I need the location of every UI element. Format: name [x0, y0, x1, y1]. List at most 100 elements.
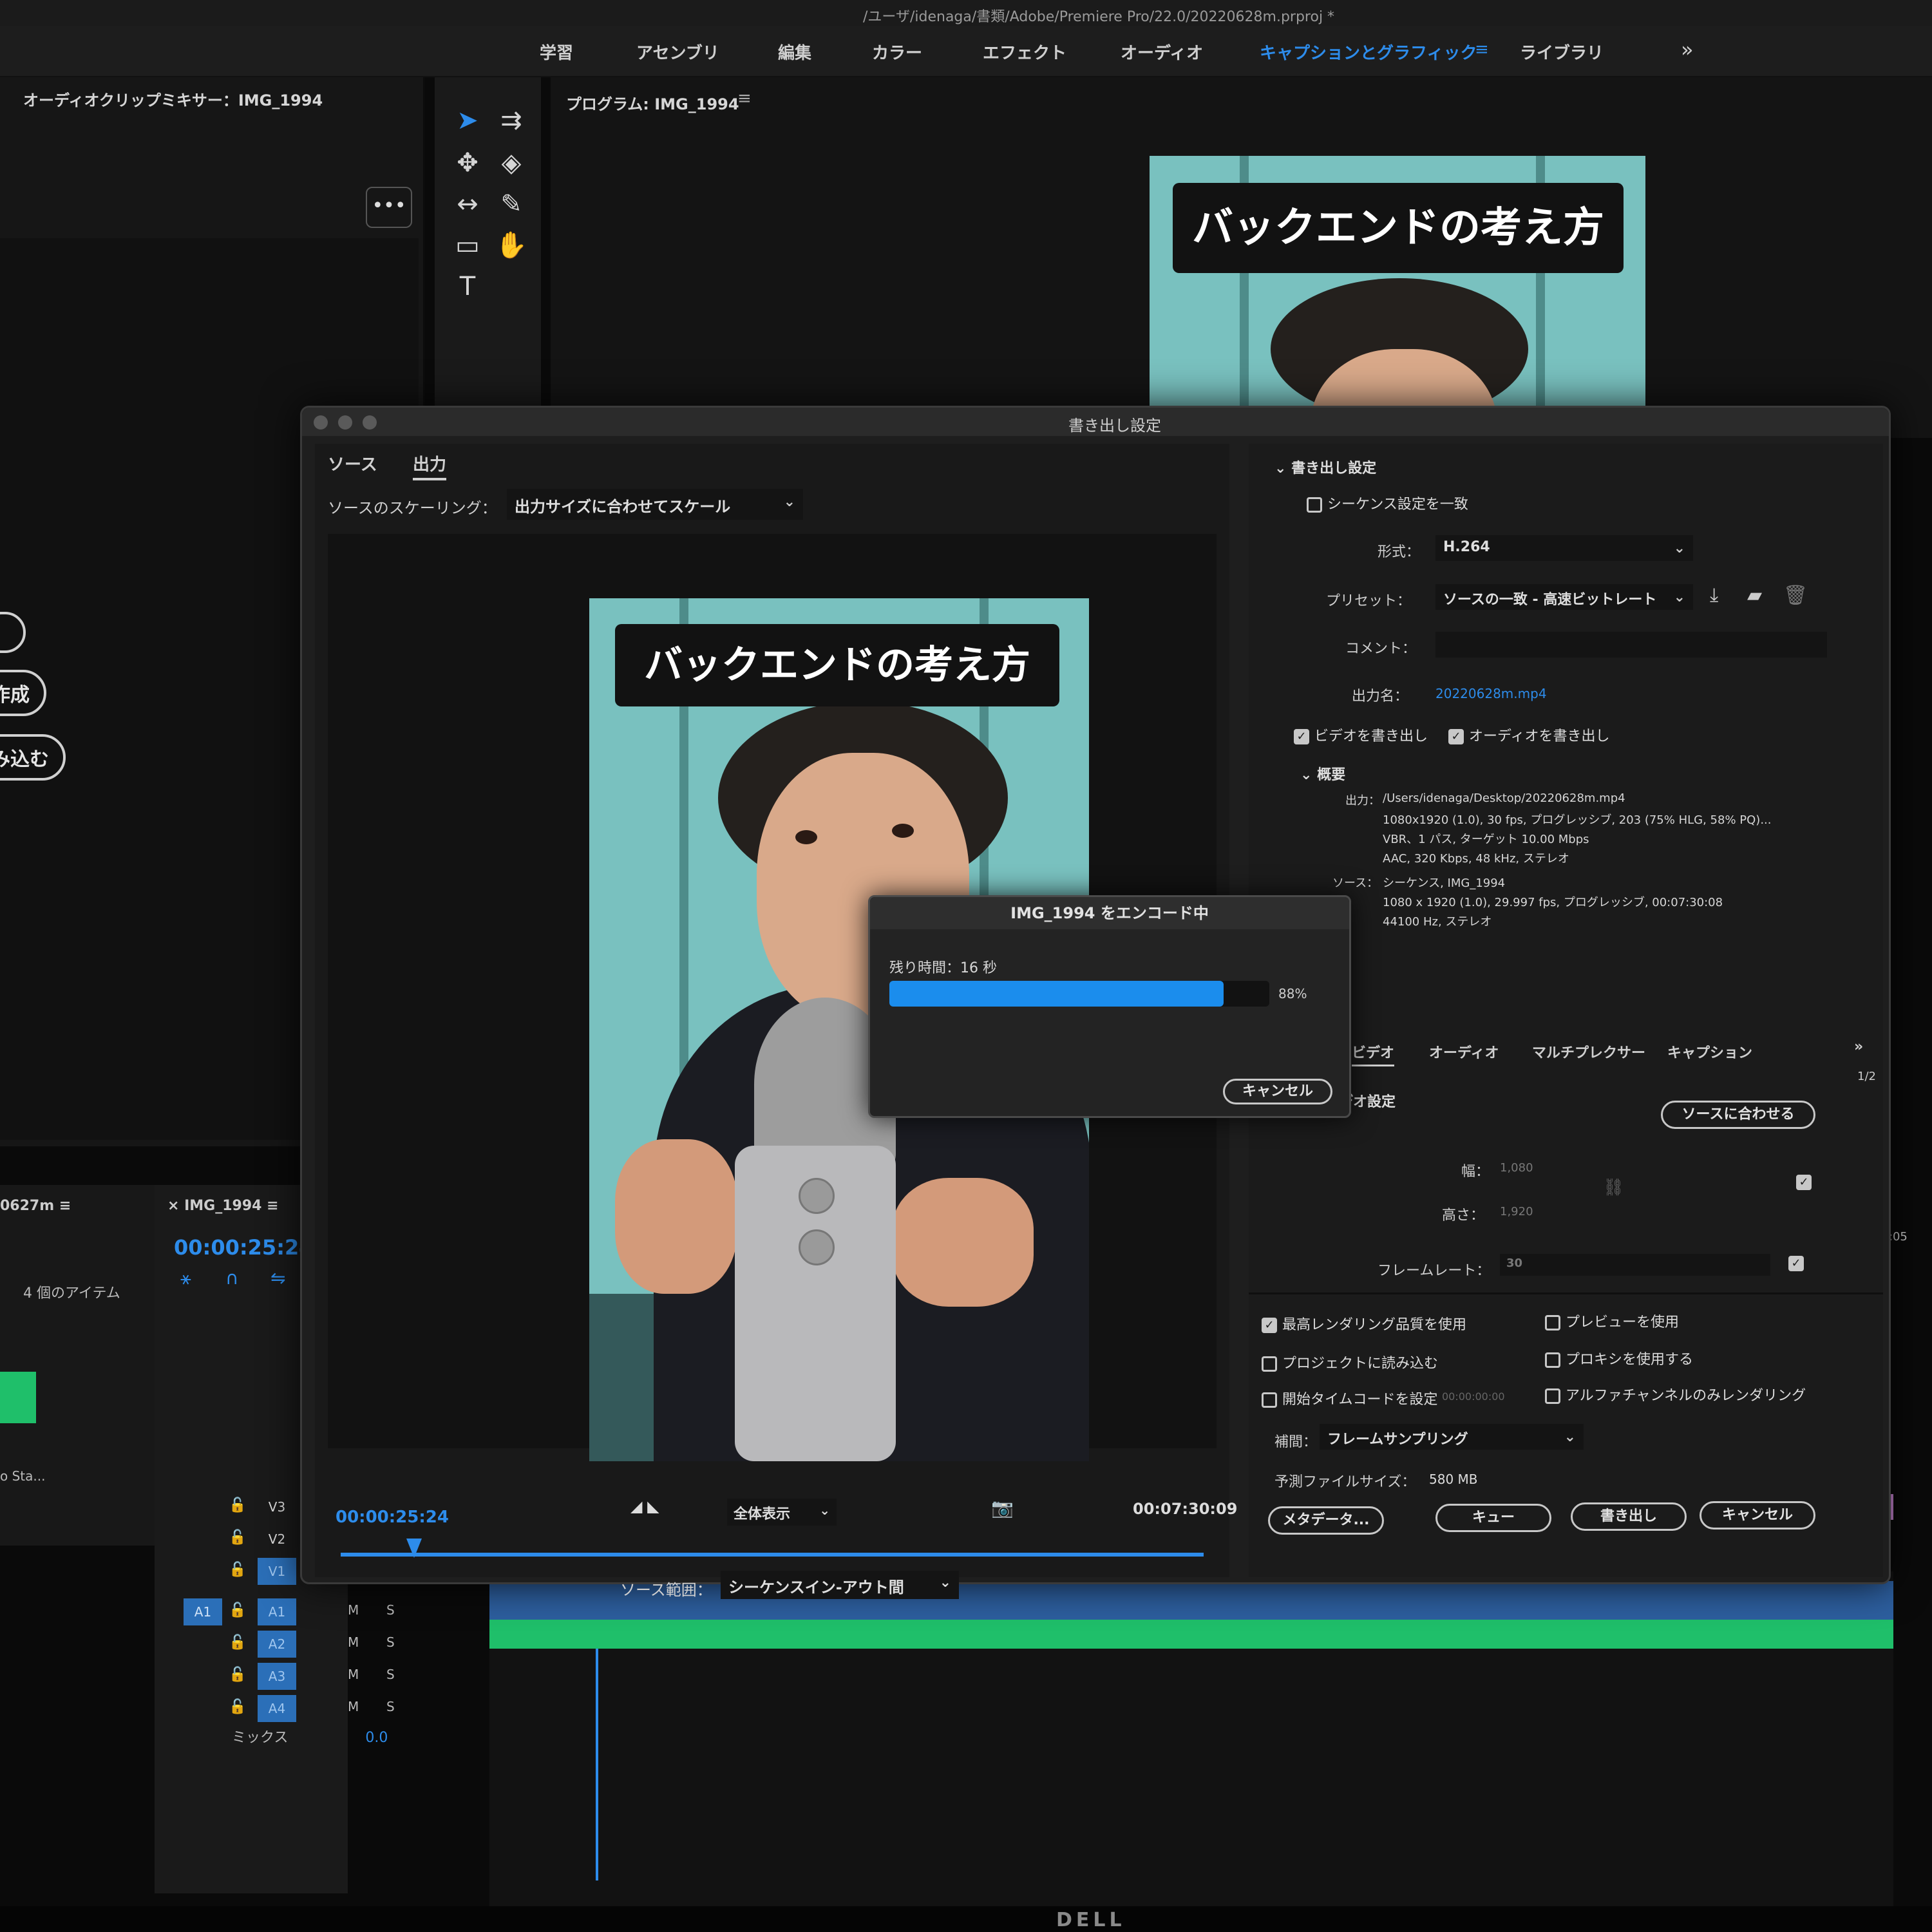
mute-button[interactable]: M: [348, 1602, 359, 1618]
preset-select[interactable]: ソースの一致 - 高速ビットレート ⌄: [1435, 584, 1693, 610]
export-audio-checkbox[interactable]: ✓ オーディオを書き出し: [1448, 724, 1609, 745]
tab-video-settings[interactable]: ビデオ: [1352, 1041, 1395, 1066]
width-value[interactable]: 1,080: [1500, 1161, 1533, 1175]
slip-tool-icon[interactable]: ↔: [449, 185, 486, 223]
export-settings-heading[interactable]: ⌄ 書き出し設定: [1274, 457, 1376, 477]
minimize-window-icon[interactable]: [338, 415, 352, 430]
export-video-checkbox[interactable]: ✓ ビデオを書き出し: [1294, 724, 1428, 745]
project-tab[interactable]: 0627m ≡: [0, 1198, 71, 1214]
link-dimensions-icon[interactable]: ⛓: [1603, 1178, 1624, 1197]
start-timecode-value[interactable]: 00:00:00:00: [1442, 1390, 1505, 1403]
track-name[interactable]: V1: [258, 1558, 296, 1585]
tabs-overflow-icon[interactable]: »: [1854, 1039, 1863, 1055]
add-marker-icon[interactable]: ⇋: [270, 1267, 285, 1289]
linked-selection-icon[interactable]: ∩: [225, 1267, 239, 1289]
set-start-timecode-checkbox[interactable]: 開始タイムコードを設定: [1262, 1388, 1438, 1408]
cancel-button[interactable]: キャンセル: [1700, 1501, 1815, 1530]
track-name[interactable]: V3: [258, 1493, 296, 1520]
workspace-tab-color[interactable]: カラー: [872, 40, 922, 64]
track-lock-icon[interactable]: 🔓: [229, 1667, 246, 1683]
tab-output[interactable]: 出力: [413, 451, 447, 480]
interpolation-select[interactable]: フレームサンプリング ⌄: [1320, 1424, 1584, 1450]
tab-source[interactable]: ソース: [328, 451, 377, 475]
tab-audio-settings[interactable]: オーディオ: [1429, 1041, 1499, 1062]
type-tool-icon[interactable]: T: [449, 268, 486, 305]
tab-multiplexer-settings[interactable]: マルチプレクサー: [1532, 1041, 1645, 1062]
track-lock-icon[interactable]: 🔓: [229, 1562, 246, 1578]
tab-caption-settings[interactable]: キャプション: [1667, 1041, 1752, 1062]
track-name[interactable]: V2: [258, 1526, 296, 1553]
track-select-tool-icon[interactable]: ⇉: [493, 102, 530, 139]
zoom-fit-select[interactable]: 全体表示 ⌄: [727, 1499, 837, 1526]
mute-button[interactable]: M: [348, 1699, 359, 1714]
hand-tool-icon[interactable]: ✋: [493, 227, 530, 264]
queue-button[interactable]: キュー: [1435, 1504, 1551, 1532]
output-name-link[interactable]: 20220628m.mp4: [1435, 686, 1547, 701]
workspace-tab-effects[interactable]: エフェクト: [983, 40, 1066, 64]
mixer-more-button[interactable]: •••: [366, 187, 412, 228]
framerate-select[interactable]: 30: [1500, 1254, 1770, 1276]
rectangle-tool-icon[interactable]: ▭: [449, 227, 486, 264]
track-name[interactable]: A2: [258, 1631, 296, 1658]
import-button[interactable]: み込む: [0, 734, 66, 781]
comment-field[interactable]: [1435, 632, 1827, 658]
source-range-select[interactable]: シーケンスイン-アウト間 ⌄: [721, 1571, 959, 1599]
track-lock-icon[interactable]: 🔓: [229, 1634, 246, 1651]
save-preset-icon[interactable]: ⤓: [1710, 584, 1718, 607]
create-button[interactable]: 作成: [0, 670, 46, 716]
max-render-quality-checkbox[interactable]: ✓ 最高レンダリング品質を使用: [1262, 1313, 1466, 1334]
zoom-window-icon[interactable]: [363, 415, 377, 430]
height-value[interactable]: 1,920: [1500, 1205, 1533, 1218]
match-source-button[interactable]: ソースに合わせる: [1661, 1101, 1815, 1129]
override-dimensions-checkbox[interactable]: ✓: [1796, 1174, 1817, 1190]
ripple-edit-tool-icon[interactable]: ✥: [449, 144, 486, 182]
timeline-playhead[interactable]: [596, 1649, 598, 1880]
summary-heading[interactable]: ⌄ 概要: [1300, 763, 1345, 784]
track-lock-icon[interactable]: 🔓: [229, 1497, 246, 1513]
export-scrub-bar[interactable]: [341, 1553, 1204, 1557]
export-button[interactable]: 書き出し: [1571, 1502, 1687, 1531]
mute-button[interactable]: M: [348, 1667, 359, 1682]
audio-clip-waveform[interactable]: [489, 1620, 1893, 1649]
audio-clip-thumbnail[interactable]: [0, 1372, 36, 1423]
mark-in-out-buttons[interactable]: ◢ ◣: [630, 1497, 659, 1515]
source-scaling-select[interactable]: 出力サイズに合わせてスケール ⌄: [507, 489, 803, 520]
workspace-tab-libraries[interactable]: ライブラリ: [1520, 40, 1604, 64]
selection-tool-icon[interactable]: ➤: [449, 102, 486, 139]
track-lock-icon[interactable]: 🔓: [229, 1530, 246, 1546]
alpha-only-checkbox[interactable]: アルファチャンネルのみレンダリング: [1545, 1384, 1806, 1405]
solo-button[interactable]: S: [386, 1699, 395, 1714]
pen-tool-icon[interactable]: ✎: [493, 185, 530, 223]
workspace-menu-icon[interactable]: ≡: [1475, 40, 1489, 59]
metadata-button[interactable]: メタデータ...: [1268, 1506, 1384, 1535]
import-preset-icon[interactable]: ▰: [1747, 584, 1762, 607]
export-current-timecode[interactable]: 00:00:25:24: [336, 1508, 449, 1527]
snapshot-camera-icon[interactable]: 📷: [991, 1497, 1014, 1519]
track-name[interactable]: A4: [258, 1695, 296, 1722]
snap-icon[interactable]: ⚹: [180, 1267, 191, 1289]
workspace-tab-editing[interactable]: 編集: [778, 40, 811, 64]
solo-button[interactable]: S: [386, 1634, 395, 1650]
use-preview-checkbox[interactable]: プレビューを使用: [1545, 1311, 1679, 1331]
close-window-icon[interactable]: [314, 415, 328, 430]
timeline-timecode[interactable]: 00:00:25:24: [174, 1235, 314, 1260]
encoding-cancel-button[interactable]: キャンセル: [1223, 1079, 1332, 1104]
track-name[interactable]: A3: [258, 1663, 296, 1690]
track-lock-icon[interactable]: 🔓: [229, 1699, 246, 1715]
delete-preset-icon[interactable]: 🗑: [1783, 584, 1808, 607]
workspace-tab-learn[interactable]: 学習: [540, 40, 573, 64]
workspace-tab-assembly[interactable]: アセンブリ: [636, 40, 719, 64]
import-into-project-checkbox[interactable]: プロジェクトに読み込む: [1262, 1352, 1438, 1372]
timeline-tab[interactable]: × IMG_1994 ≡: [167, 1198, 279, 1214]
override-framerate-checkbox[interactable]: ✓: [1788, 1255, 1809, 1271]
mute-button[interactable]: M: [348, 1634, 359, 1650]
mix-value[interactable]: 0.0: [365, 1730, 388, 1746]
use-proxies-checkbox[interactable]: プロキシを使用する: [1545, 1348, 1693, 1368]
track-name[interactable]: A1: [258, 1598, 296, 1625]
solo-button[interactable]: S: [386, 1602, 395, 1618]
match-sequence-checkbox[interactable]: シーケンス設定を一致: [1307, 493, 1468, 513]
workspace-overflow-icon[interactable]: »: [1681, 37, 1694, 62]
razor-tool-icon[interactable]: ◈: [493, 144, 530, 182]
track-lock-icon[interactable]: 🔓: [229, 1602, 246, 1618]
format-select[interactable]: H.264 ⌄: [1435, 535, 1693, 561]
